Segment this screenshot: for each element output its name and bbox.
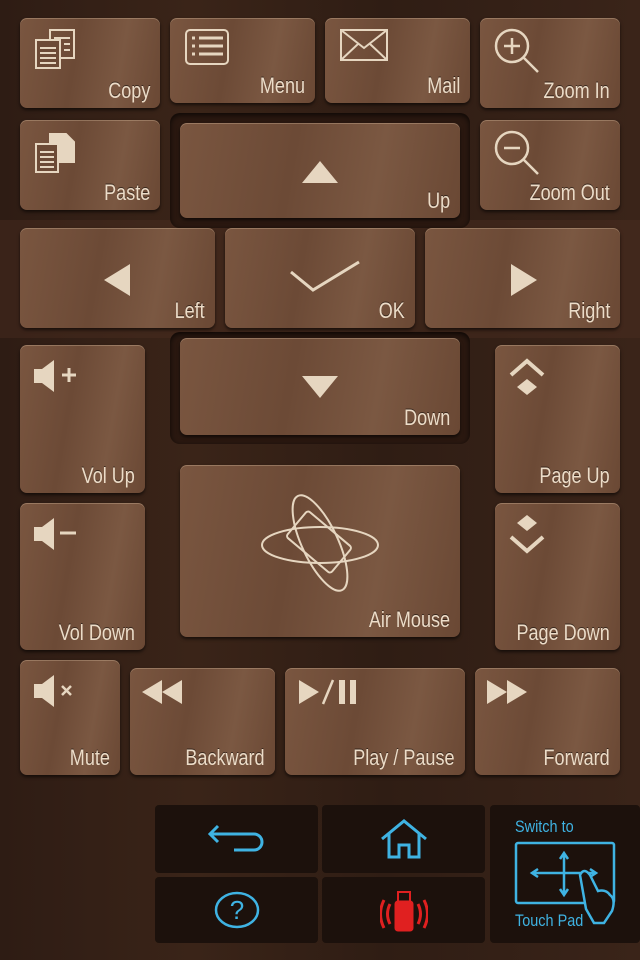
air-mouse-label: Air Mouse [368,607,450,632]
fast-forward-icon [487,680,527,704]
copy-icon [35,29,75,69]
page-down-button[interactable]: Page Down [495,503,620,650]
air-mouse-icon [261,494,379,592]
usb-connection-button[interactable] [322,877,485,943]
help-icon: ? [214,891,259,929]
page-down-icon [509,515,545,554]
mute-label: Mute [69,745,110,770]
switch-to-label: Switch to [515,817,574,836]
mail-button[interactable]: Mail [325,18,470,103]
menu-label: Menu [259,73,305,98]
mail-icon [340,29,388,61]
vol-down-label: Vol Down [58,620,135,645]
left-label: Left [174,298,205,323]
help-button[interactable]: ? [155,877,318,943]
up-label: Up [426,188,450,213]
back-button[interactable] [155,805,318,873]
mute-icon [34,675,72,707]
vol-up-button[interactable]: Vol Up [20,345,145,493]
volume-down-icon [34,518,76,550]
zoom-in-icon [494,28,539,73]
page-up-button[interactable]: Page Up [495,345,620,493]
switch-to-touchpad-button[interactable]: Switch to Touch Pad [490,805,640,943]
home-icon [380,819,427,859]
zoom-in-label: Zoom In [543,78,610,103]
vol-up-label: Vol Up [81,463,135,488]
paste-button[interactable]: Paste [20,120,160,210]
up-button[interactable]: Up [180,123,460,218]
play-pause-icon [299,679,356,705]
paste-icon [35,133,75,173]
page-up-label: Page Up [539,463,610,488]
page-down-label: Page Down [516,620,610,645]
play-pause-label: Play / Pause [353,745,455,770]
zoom-out-button[interactable]: Zoom Out [480,120,620,210]
zoom-out-label: Zoom Out [529,180,610,205]
forward-button[interactable]: Forward [475,668,620,775]
menu-list-icon [185,29,229,65]
air-mouse-button[interactable]: Air Mouse [180,465,460,637]
left-arrow-icon [104,264,130,296]
home-button[interactable] [322,805,485,873]
backward-button[interactable]: Backward [130,668,275,775]
paste-label: Paste [103,180,150,205]
rewind-icon [142,680,182,704]
right-button[interactable]: Right [425,228,620,328]
usb-signal-icon [379,891,428,932]
mute-button[interactable]: Mute [20,660,120,775]
down-arrow-icon [302,376,338,398]
zoom-in-button[interactable]: Zoom In [480,18,620,108]
left-button[interactable]: Left [20,228,215,328]
vol-down-button[interactable]: Vol Down [20,503,145,650]
down-label: Down [403,405,450,430]
play-pause-button[interactable]: Play / Pause [285,668,465,775]
touch-pad-label: Touch Pad [515,911,584,930]
menu-button[interactable]: Menu [170,18,315,103]
copy-button[interactable]: Copy [20,18,160,108]
backward-label: Backward [185,745,265,770]
svg-text:?: ? [229,895,243,925]
checkmark-icon [290,260,360,292]
ok-label: OK [378,298,405,323]
back-arrow-icon [207,824,263,852]
zoom-out-icon [494,130,539,175]
mail-label: Mail [426,73,460,98]
volume-up-icon [34,360,76,392]
page-up-icon [509,358,545,395]
ok-button[interactable]: OK [225,228,415,328]
up-arrow-icon [302,161,338,183]
right-arrow-icon [511,264,537,296]
forward-label: Forward [543,745,610,770]
copy-label: Copy [107,78,150,103]
down-button[interactable]: Down [180,338,460,435]
right-label: Right [567,298,610,323]
